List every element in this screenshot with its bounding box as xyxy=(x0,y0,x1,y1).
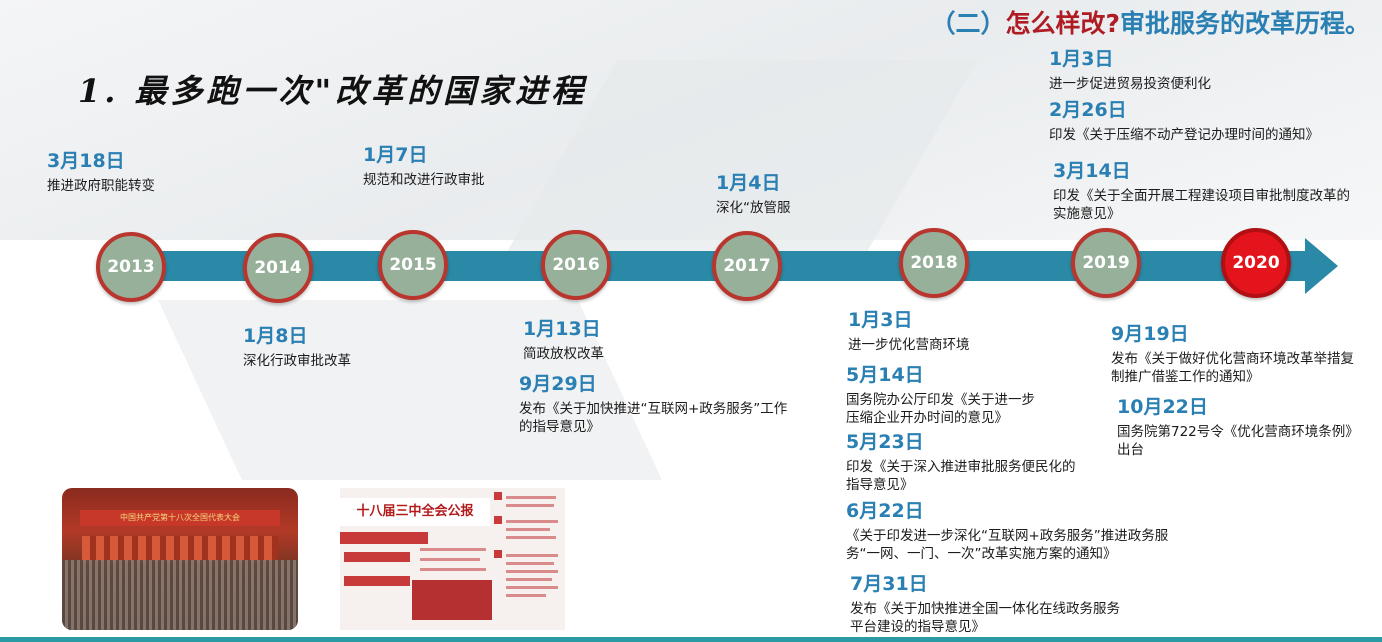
congress-stage xyxy=(82,536,278,562)
event-text: 发布《关于加快推进“互联网+政务服务”工作的指导意见》 xyxy=(519,401,788,435)
header-subject: 审批服务的改革历程。 xyxy=(1119,9,1370,38)
event-date: 9月29日 xyxy=(519,373,597,395)
year-node-2013: 2013 xyxy=(96,232,166,302)
event-2014: 1月8日 深化行政审批改革 xyxy=(243,325,443,370)
communique-line xyxy=(506,536,556,539)
event-date: 1月7日 xyxy=(363,144,428,166)
event-date: 7月31日 xyxy=(850,573,928,595)
event-text: 发布《关于加快推进全国一体化在线政务服务平台建设的指导意见》 xyxy=(850,601,1120,635)
communique-line xyxy=(506,528,550,531)
event-text: 深化“放管服 xyxy=(716,200,791,216)
event-2017: 1月4日 深化“放管服 xyxy=(716,172,886,217)
year-node-2016: 2016 xyxy=(541,230,611,300)
communique-block xyxy=(494,550,502,558)
event-date: 1月13日 xyxy=(523,318,601,340)
communique-block xyxy=(344,576,410,586)
event-date: 9月19日 xyxy=(1111,323,1189,345)
communique-block xyxy=(340,532,428,544)
header-title: （二）怎么样改?审批服务的改革历程。 xyxy=(900,4,1370,40)
event-2016-a: 1月13日 简政放权改革 xyxy=(523,318,723,363)
event-date: 1月4日 xyxy=(716,172,781,194)
event-2018-b: 5月14日 国务院办公厅印发《关于进一步压缩企业开办时间的意见》 xyxy=(846,364,1046,427)
event-2013: 3月18日 推进政府职能转变 xyxy=(47,150,247,195)
communique-line xyxy=(506,496,556,499)
event-2019-c: 3月14日 印发《关于全面开展工程建设项目审批制度改革的实施意见》 xyxy=(1053,160,1353,223)
event-date: 1月3日 xyxy=(848,309,913,331)
event-2018-a: 1月3日 进一步优化营商环境 xyxy=(848,309,1078,354)
event-2019-e: 10月22日 国务院第722号令《优化营商环境条例》出台 xyxy=(1117,396,1357,459)
event-text: 国务院第722号令《优化营商环境条例》出台 xyxy=(1117,424,1353,458)
year-node-2018: 2018 xyxy=(899,228,969,298)
event-text: 深化行政审批改革 xyxy=(243,353,351,369)
congress-banner: 中国共产党第十八次全国代表大会 xyxy=(80,510,280,526)
communique-line xyxy=(420,568,486,571)
event-date: 5月14日 xyxy=(846,364,924,386)
event-text: 简政放权改革 xyxy=(523,346,604,362)
event-text: 进一步优化营商环境 xyxy=(848,337,970,353)
event-date: 1月8日 xyxy=(243,325,308,347)
communique-line xyxy=(506,520,558,523)
event-2019-a: 1月3日 进一步促进贸易投资便利化 xyxy=(1049,48,1299,93)
year-node-2014: 2014 xyxy=(243,233,313,303)
section-title: 1. 最多跑一次"改革的国家进程 xyxy=(78,72,588,110)
event-2015: 1月7日 规范和改进行政审批 xyxy=(363,144,583,189)
year-node-2015: 2015 xyxy=(378,230,448,300)
communique-line xyxy=(506,554,558,557)
event-2019-b: 2月26日 印发《关于压缩不动产登记办理时间的通知》 xyxy=(1049,99,1379,144)
bottom-accent-line xyxy=(0,637,1382,642)
event-text: 印发《关于全面开展工程建设项目审批制度改革的实施意见》 xyxy=(1053,188,1350,222)
event-date: 3月14日 xyxy=(1053,160,1131,182)
event-text: 规范和改进行政审批 xyxy=(363,172,485,188)
congress-photo: 中国共产党第十八次全国代表大会 xyxy=(62,488,298,630)
event-2018-e: 7月31日 发布《关于加快推进全国一体化在线政务服务平台建设的指导意见》 xyxy=(850,573,1125,636)
communique-line xyxy=(506,570,558,573)
event-date: 1月3日 xyxy=(1049,48,1114,70)
communique-line xyxy=(420,548,486,551)
event-date: 10月22日 xyxy=(1117,396,1208,418)
communique-line xyxy=(506,586,558,589)
header-paren: （二） xyxy=(930,9,1006,38)
timeline-arrow-head xyxy=(1305,238,1338,294)
event-date: 2月26日 xyxy=(1049,99,1127,121)
event-text: 印发《关于压缩不动产登记办理时间的通知》 xyxy=(1049,127,1319,143)
communique-block xyxy=(494,516,502,524)
event-2018-d: 6月22日 《关于印发进一步深化“互联网+政务服务”推进政务服务“一网、一门、一… xyxy=(846,500,1191,563)
communique-image: 十八届三中全会公报 xyxy=(340,488,565,630)
event-2018-c: 5月23日 印发《关于深入推进审批服务便民化的指导意见》 xyxy=(846,431,1076,494)
event-text: 印发《关于深入推进审批服务便民化的指导意见》 xyxy=(846,459,1076,493)
year-node-2017: 2017 xyxy=(712,231,782,301)
event-text: 发布《关于做好优化营商环境改革举措复制推广借鉴工作的通知》 xyxy=(1111,351,1354,385)
communique-line xyxy=(506,562,554,565)
event-text: 《关于印发进一步深化“互联网+政务服务”推进政务服务“一网、一门、一次”改革实施… xyxy=(846,528,1169,562)
communique-head: 十八届三中全会公报 xyxy=(340,498,490,526)
event-text: 国务院办公厅印发《关于进一步压缩企业开办时间的意见》 xyxy=(846,392,1035,426)
communique-line xyxy=(506,594,546,597)
year-node-2019: 2019 xyxy=(1071,228,1141,298)
event-date: 5月23日 xyxy=(846,431,924,453)
event-date: 6月22日 xyxy=(846,500,924,522)
communique-block xyxy=(412,580,492,620)
communique-block xyxy=(344,552,410,562)
event-2016-b: 9月29日 发布《关于加快推进“互联网+政务服务”工作的指导意见》 xyxy=(519,373,794,436)
event-2019-d: 9月19日 发布《关于做好优化营商环境改革举措复制推广借鉴工作的通知》 xyxy=(1111,323,1366,386)
year-node-2020: 2020 xyxy=(1221,228,1291,298)
congress-seats xyxy=(62,560,298,630)
event-text: 进一步促进贸易投资便利化 xyxy=(1049,76,1211,92)
communique-line xyxy=(420,558,480,561)
communique-block xyxy=(494,492,502,500)
event-date: 3月18日 xyxy=(47,150,125,172)
communique-line xyxy=(506,578,552,581)
communique-line xyxy=(506,504,554,507)
event-text: 推进政府职能转变 xyxy=(47,178,155,194)
header-how: 怎么样改? xyxy=(1005,9,1120,38)
